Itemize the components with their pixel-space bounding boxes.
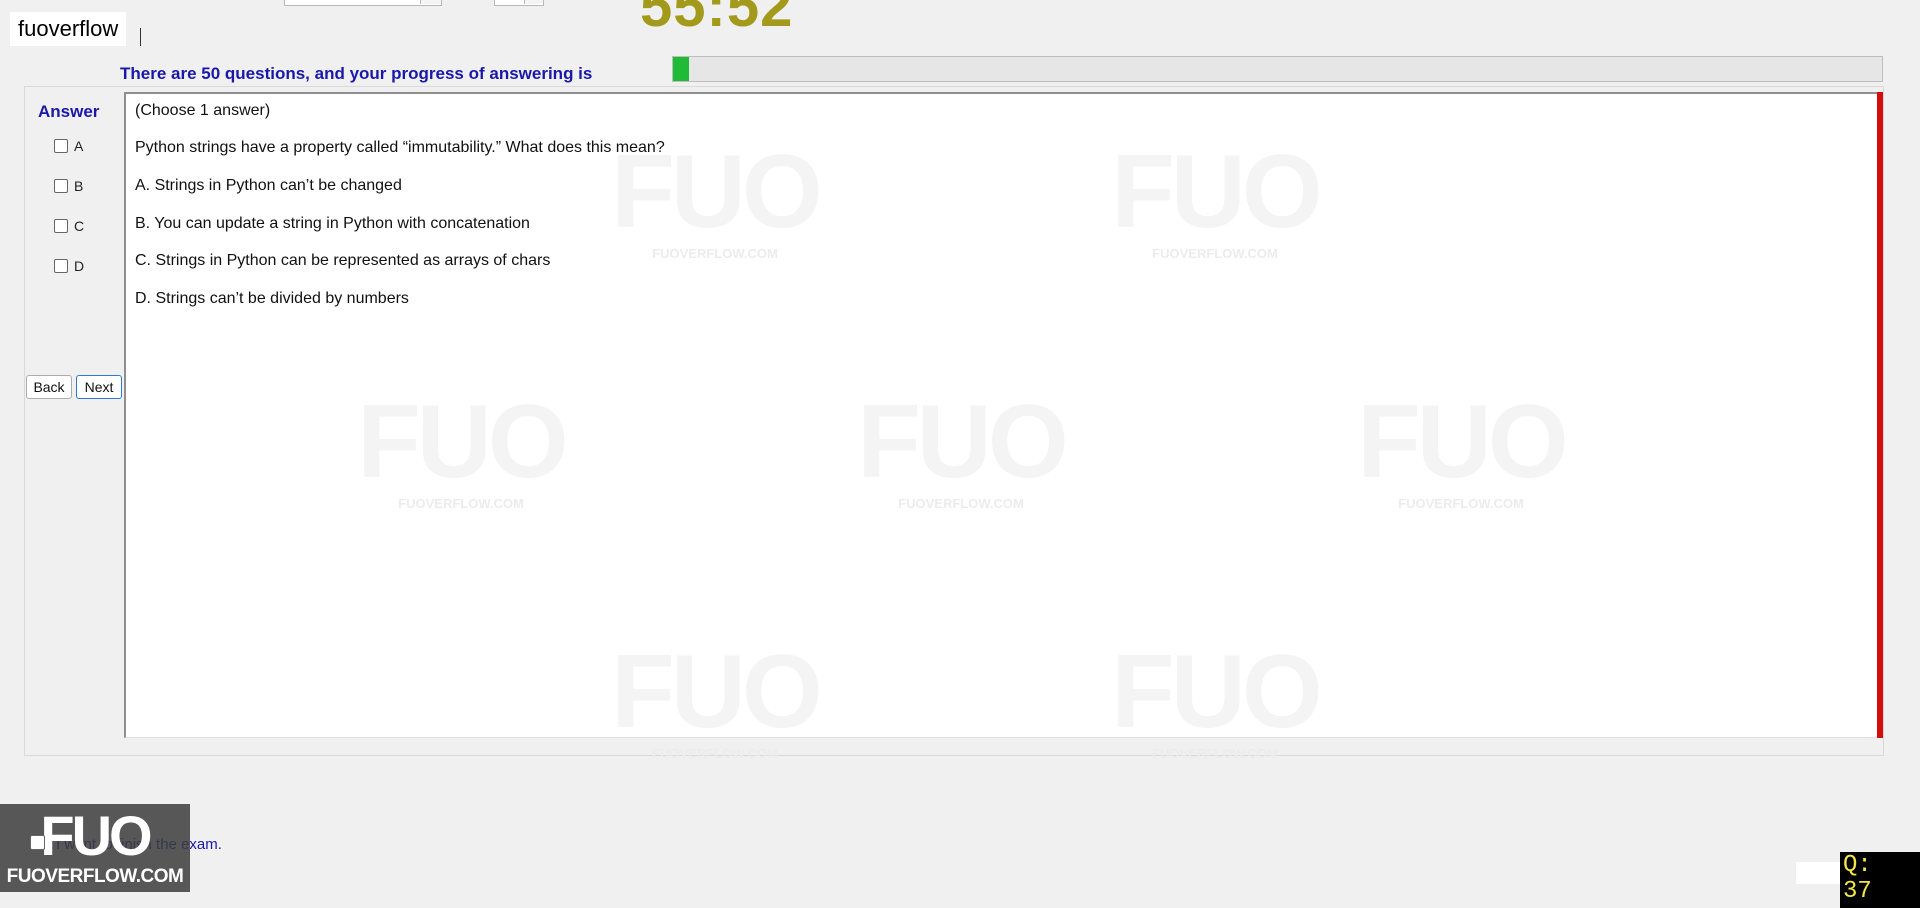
- question-choice-d: D. Strings can’t be divided by numbers: [135, 290, 409, 307]
- bottom-field: [1796, 862, 1842, 884]
- answer-option-c[interactable]: C: [54, 218, 84, 234]
- top-combo-field[interactable]: [284, 0, 442, 6]
- logo-overlay: FUO FUOVERFLOW.COM: [0, 804, 190, 892]
- answer-option-label: A: [74, 138, 84, 154]
- next-button[interactable]: Next: [76, 375, 122, 399]
- question-choice-a: A. Strings in Python can’t be changed: [135, 177, 402, 194]
- question-counter: Q: 37: [1840, 852, 1920, 908]
- logo-site: FUOVERFLOW.COM: [6, 866, 184, 887]
- answer-option-d[interactable]: D: [54, 258, 84, 274]
- text-cursor: [140, 28, 141, 46]
- question-choice-c: C. Strings in Python can be represented …: [135, 252, 551, 269]
- answer-option-a[interactable]: A: [54, 138, 83, 154]
- question-choice-b: B. You can update a string in Python wit…: [135, 215, 530, 232]
- exam-timer: 55:52: [640, 0, 794, 39]
- site-label: fuoverflow: [10, 12, 127, 46]
- answer-option-label: D: [74, 258, 85, 274]
- answer-heading: Answer: [38, 102, 100, 121]
- side-status-bar: [1877, 92, 1883, 738]
- logo-mark: FUO: [40, 804, 152, 867]
- answer-checkbox-d[interactable]: [54, 259, 68, 273]
- answer-checkbox-c[interactable]: [54, 219, 68, 233]
- answer-option-label: C: [74, 218, 85, 234]
- top-combo-arrow[interactable]: [420, 0, 441, 4]
- answer-option-label: B: [74, 178, 84, 194]
- question-instruction: (Choose 1 answer): [135, 102, 271, 119]
- progress-bar: [672, 56, 1883, 82]
- answer-option-b[interactable]: B: [54, 178, 83, 194]
- progress-text: There are 50 questions, and your progres…: [120, 64, 593, 83]
- answer-checkbox-b[interactable]: [54, 179, 68, 193]
- progress-fill: [673, 57, 689, 81]
- back-button[interactable]: Back: [26, 375, 72, 399]
- top-small-arrow[interactable]: [524, 0, 543, 4]
- question-prompt: Python strings have a property called “i…: [135, 139, 665, 156]
- finish-exam-checkbox[interactable]: [30, 835, 45, 850]
- answer-checkbox-a[interactable]: [54, 139, 68, 153]
